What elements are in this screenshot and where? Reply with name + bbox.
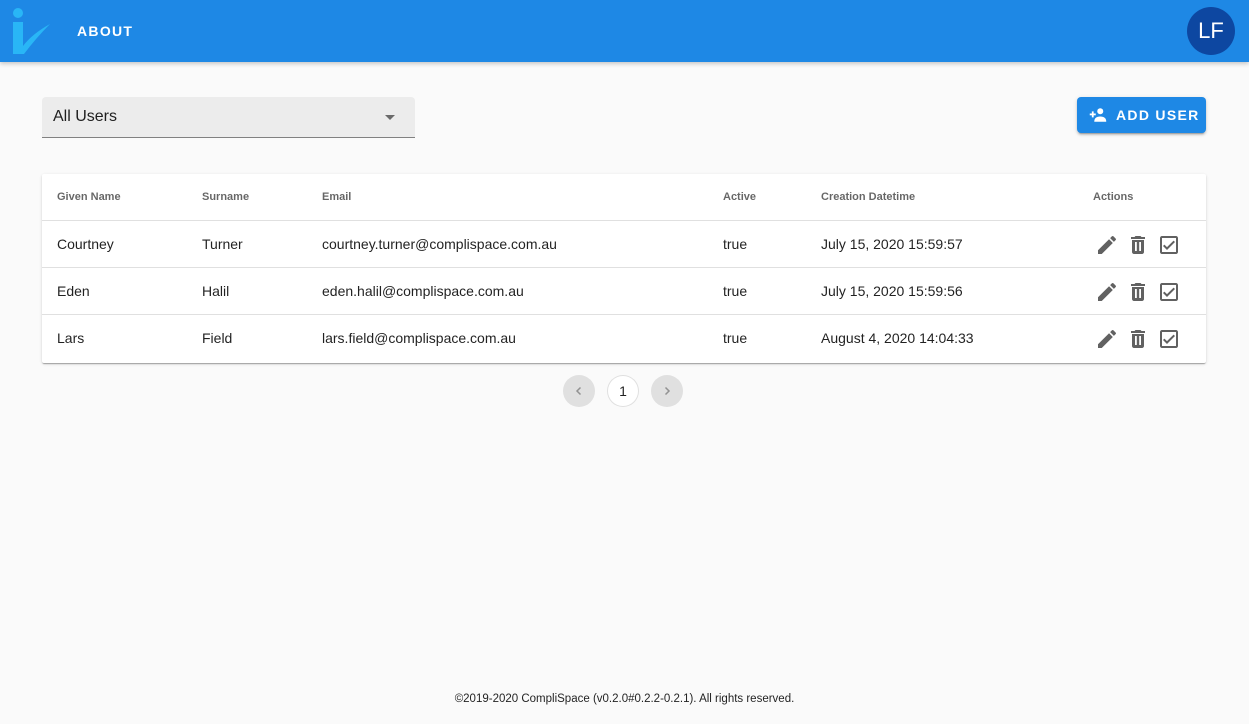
cell-email: eden.halil@complispace.com.au <box>322 283 524 299</box>
table-row: Courtney Turner courtney.turner@complisp… <box>42 220 1206 267</box>
app-logo-icon[interactable] <box>10 6 54 56</box>
column-header-given-name[interactable]: Given Name <box>57 191 121 203</box>
cell-given-name: Eden <box>57 283 90 299</box>
table-row: Lars Field lars.field@complispace.com.au… <box>42 314 1206 361</box>
column-header-email[interactable]: Email <box>322 191 351 203</box>
table-row: Eden Halil eden.halil@complispace.com.au… <box>42 267 1206 314</box>
pencil-icon[interactable] <box>1095 233 1119 257</box>
cell-active: true <box>723 283 748 299</box>
column-header-creation-datetime[interactable]: Creation Datetime <box>821 191 915 203</box>
user-filter-value: All Users <box>53 108 118 125</box>
column-header-actions: Actions <box>1093 191 1134 203</box>
users-table: Given Name Surname Email Active Creation… <box>42 174 1206 363</box>
user-filter-select[interactable]: All Users <box>42 97 415 138</box>
column-header-surname[interactable]: Surname <box>202 191 249 203</box>
cell-surname: Turner <box>202 236 243 252</box>
cell-email: courtney.turner@complispace.com.au <box>322 236 557 252</box>
column-header-active[interactable]: Active <box>723 191 756 203</box>
trash-icon[interactable] <box>1126 327 1150 351</box>
add-person-icon <box>1089 108 1107 122</box>
page-button-current[interactable]: 1 <box>607 375 639 407</box>
checkbox-icon[interactable] <box>1157 327 1181 351</box>
app-bar: ABOUT LF <box>0 0 1249 62</box>
cell-email: lars.field@complispace.com.au <box>322 330 516 346</box>
cell-given-name: Lars <box>57 330 85 346</box>
cell-creation-datetime: August 4, 2020 14:04:33 <box>821 330 974 346</box>
footer-copyright: ©2019-2020 CompliSpace (v0.2.0#0.2.2-0.2… <box>454 693 795 705</box>
chevron-right-icon <box>664 386 671 396</box>
cell-active: true <box>723 236 748 252</box>
cell-creation-datetime: July 15, 2020 15:59:56 <box>821 283 963 299</box>
cell-surname: Halil <box>202 283 230 299</box>
pencil-icon[interactable] <box>1095 280 1119 304</box>
pencil-icon[interactable] <box>1095 327 1119 351</box>
cell-given-name: Courtney <box>57 236 114 252</box>
chevron-left-icon <box>575 386 582 396</box>
next-page-button[interactable] <box>651 375 683 407</box>
add-user-label: ADD USER <box>1116 107 1200 123</box>
user-avatar[interactable]: LF <box>1187 7 1235 55</box>
cell-surname: Field <box>202 330 233 346</box>
trash-icon[interactable] <box>1126 233 1150 257</box>
checkbox-icon[interactable] <box>1157 233 1181 257</box>
dropdown-caret-icon <box>385 115 395 120</box>
previous-page-button[interactable] <box>563 375 595 407</box>
add-user-button[interactable]: ADD USER <box>1077 97 1206 133</box>
about-button[interactable]: ABOUT <box>64 13 146 49</box>
checkbox-icon[interactable] <box>1157 280 1181 304</box>
cell-active: true <box>723 330 748 346</box>
trash-icon[interactable] <box>1126 280 1150 304</box>
cell-creation-datetime: July 15, 2020 15:59:57 <box>821 236 963 252</box>
